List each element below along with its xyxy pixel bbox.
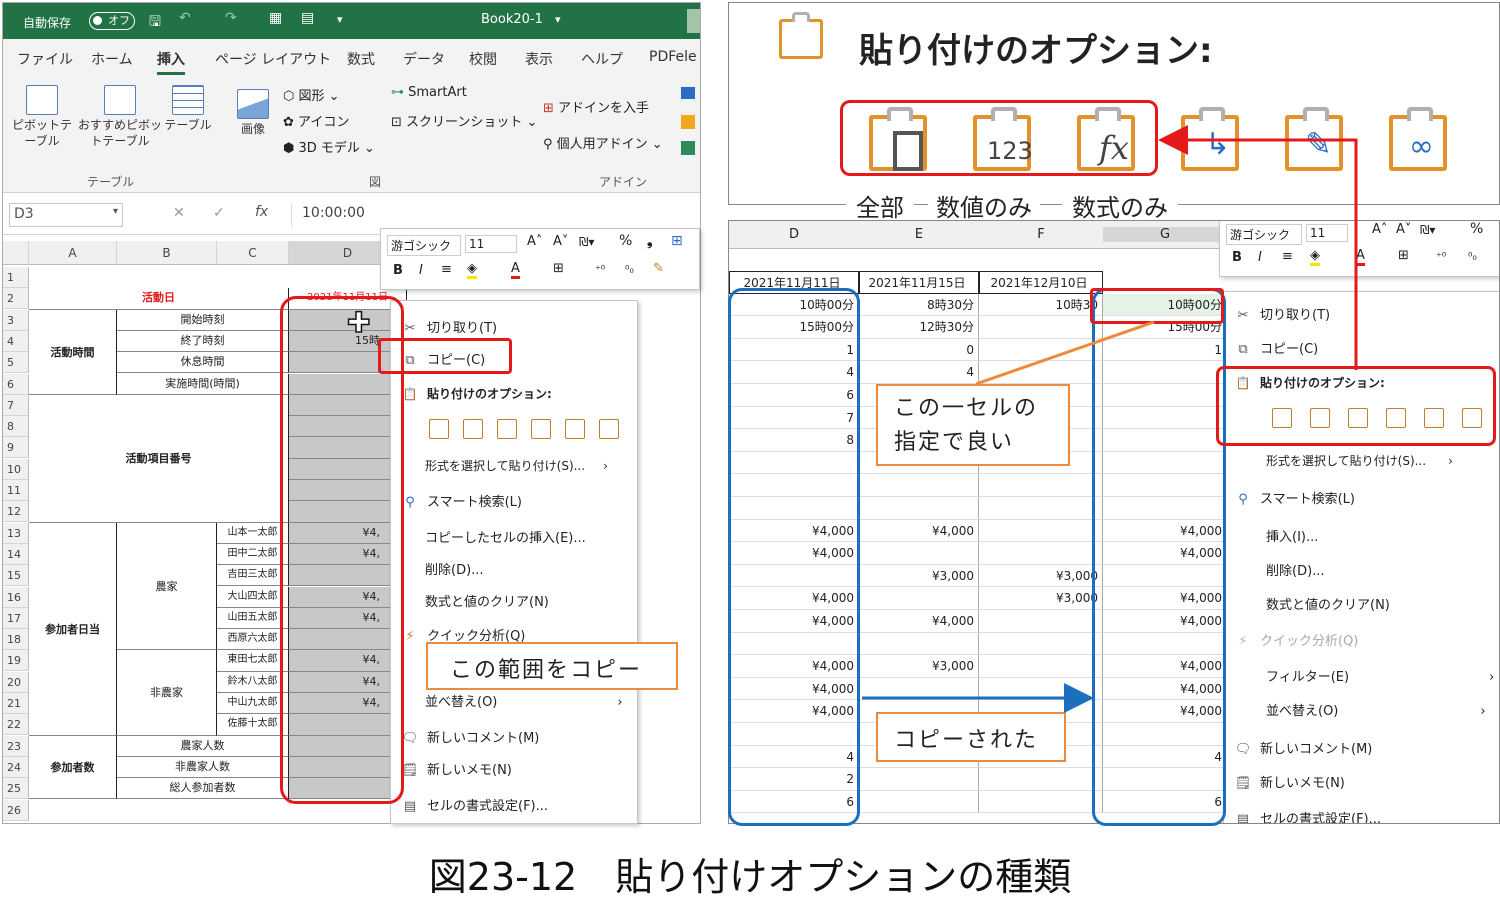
orange-pointer-line bbox=[975, 320, 1155, 386]
figure-caption: 図23-12 貼り付けオプションの種類 bbox=[428, 855, 1072, 899]
annotation-arrows bbox=[862, 125, 1358, 713]
red-arrow bbox=[1158, 125, 1358, 370]
